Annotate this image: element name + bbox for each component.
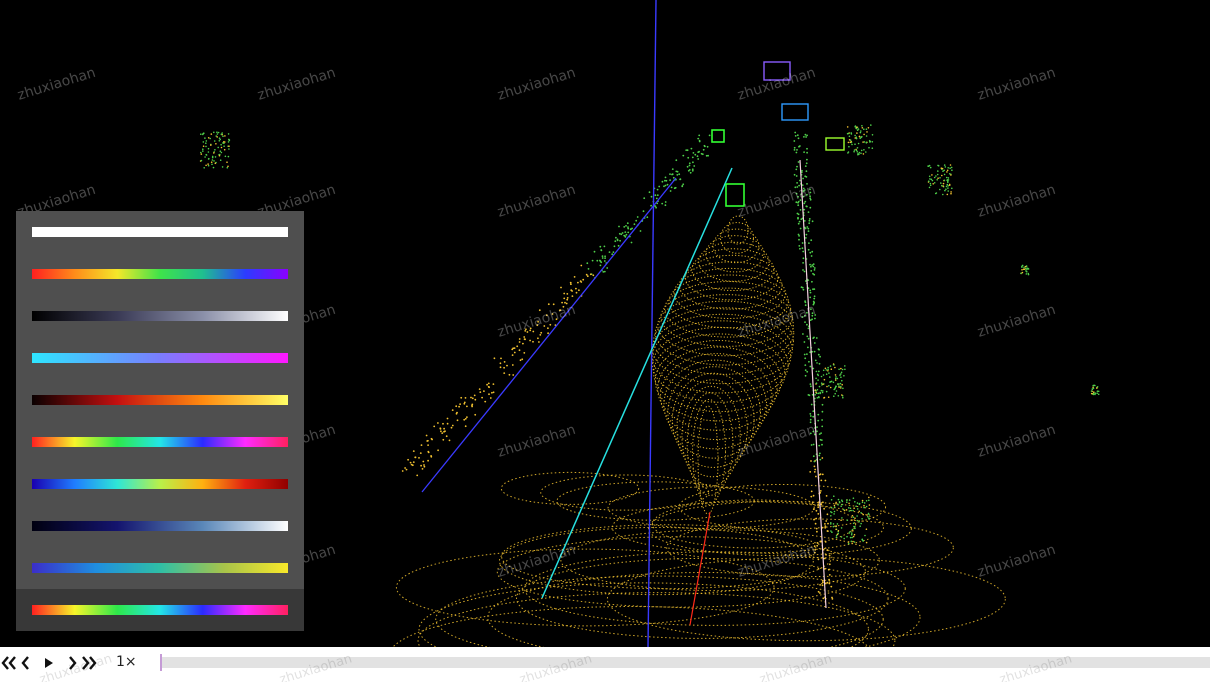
detection-box	[725, 183, 745, 207]
detection-box	[825, 137, 845, 151]
colormap-option-bone[interactable]	[16, 295, 304, 337]
point-cloud-viewport[interactable]: zhuxiaohan zhuxiaohan zhuxiaohan zhuxiaohan…	[0, 0, 1210, 647]
next-frame-button[interactable]	[66, 652, 80, 674]
colormap-option-hsv-alt[interactable]	[16, 589, 304, 631]
playback-speed-selector[interactable]: 1×	[116, 654, 137, 670]
colormap-gradient-hsv-alt	[32, 605, 288, 615]
detection-box	[763, 61, 791, 81]
chevron-right-icon	[69, 656, 77, 670]
ground-rings	[392, 471, 1006, 647]
play-icon	[45, 658, 53, 668]
detection-box	[781, 103, 809, 121]
double-chevron-left-icon	[1, 656, 16, 670]
near-sensor-cone	[651, 215, 795, 515]
colormap-gradient-cool	[32, 353, 288, 363]
first-frame-button[interactable]	[0, 652, 18, 674]
play-button[interactable]	[42, 652, 56, 674]
colormap-gradient-hot	[32, 395, 288, 405]
colormap-option-jet[interactable]	[16, 463, 304, 505]
timeline-handle[interactable]	[160, 654, 162, 671]
previous-frame-button[interactable]	[18, 652, 32, 674]
colormap-option-ocean-blue[interactable]	[16, 505, 304, 547]
timeline-slider[interactable]	[160, 657, 1210, 668]
colormap-option-cool[interactable]	[16, 337, 304, 379]
colormap-option-hsv[interactable]	[16, 421, 304, 463]
colormap-option-white[interactable]	[16, 211, 304, 253]
colormap-option-hot[interactable]	[16, 379, 304, 421]
colormap-gradient-parula	[32, 563, 288, 573]
lane-line-cyan	[541, 167, 733, 599]
double-chevron-right-icon	[82, 656, 97, 670]
colormap-selector-panel	[16, 211, 304, 631]
last-frame-button[interactable]	[80, 652, 98, 674]
colormap-option-rainbow[interactable]	[16, 253, 304, 295]
vertical-axis-line	[647, 0, 657, 647]
colormap-gradient-rainbow	[32, 269, 288, 279]
colormap-option-parula[interactable]	[16, 547, 304, 589]
lane-line-blue	[421, 177, 677, 493]
colormap-gradient-white	[32, 227, 288, 237]
colormap-gradient-bone	[32, 311, 288, 321]
colormap-gradient-ocean-blue	[32, 521, 288, 531]
detection-box	[711, 129, 725, 143]
colormap-gradient-jet	[32, 479, 288, 489]
lane-line-pink	[799, 159, 827, 609]
colormap-gradient-hsv	[32, 437, 288, 447]
chevron-left-icon	[21, 656, 29, 670]
playback-bar: 1× zhuxiaohanzhuxiaohanzhuxiaohanzhuxiao…	[0, 647, 1210, 682]
